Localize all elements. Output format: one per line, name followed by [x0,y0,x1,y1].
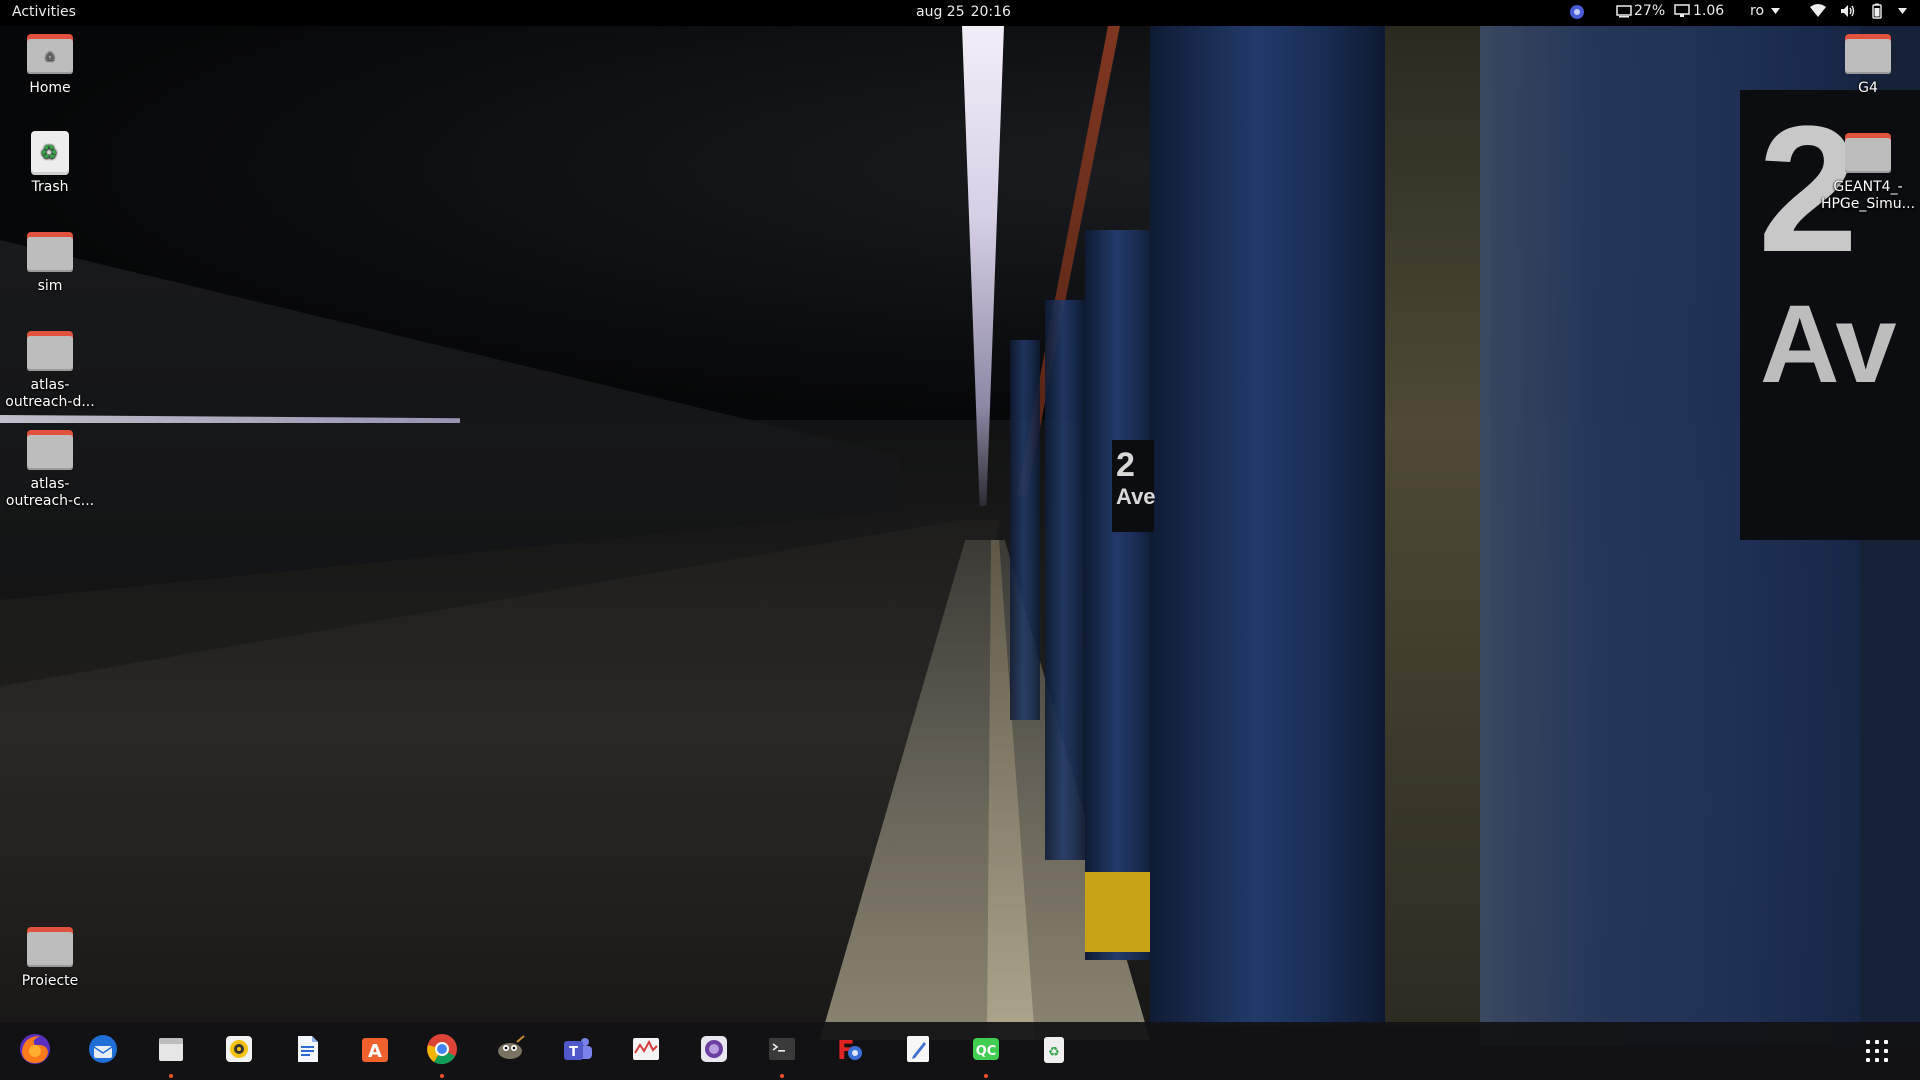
dock-item-screenshot[interactable] [693,1030,735,1072]
system-menu-button[interactable] [1810,3,1907,19]
software-center-icon: A [359,1033,391,1069]
desktop-icon-trash[interactable]: ♻ Trash [2,131,98,196]
thunderbird-icon [86,1032,120,1070]
desktop-icon-label: atlas-outreach-d... [5,377,95,410]
folder-icon [27,232,73,272]
system-monitor-icon [630,1033,662,1069]
dock-item-writer[interactable] [286,1030,328,1072]
running-indicator [169,1074,173,1078]
dock-item-terminal[interactable] [761,1030,803,1078]
date-label: aug 25 [916,4,965,20]
terminal-icon [766,1033,798,1069]
folder-icon [27,430,73,470]
wallpaper-right-wall [1380,26,1490,1026]
desktop-icon-label: Home [29,80,71,96]
load-monitor-icon [1674,4,1690,18]
wallpaper-pillar [1010,340,1040,720]
chevron-down-icon [1771,8,1781,14]
desktop-icon-label: sim [37,278,63,294]
dock-item-files[interactable] [150,1030,192,1078]
desktop-icon-label: G4 [1858,80,1878,96]
dock-item-system-monitor[interactable] [625,1030,667,1072]
wallpaper-sign-small-text: Ave [1116,484,1156,509]
home-folder-icon: ⌂ [27,34,73,74]
dock-item-software-center[interactable]: A [354,1030,396,1072]
desktop-icon-g4[interactable]: G4 [1820,34,1916,97]
wallpaper-sign-text: Av [1760,283,1897,406]
power-menu-chevron-icon [1898,8,1907,14]
desktop-icon-label: atlas-outreach-c... [5,476,95,509]
svg-text:T: T [569,1045,578,1060]
dock-item-text-editor[interactable] [897,1030,939,1072]
running-indicator [440,1074,444,1078]
dock-item-thunderbird[interactable] [82,1030,124,1072]
desktop-icon-label: Proiecte [21,973,79,989]
desktop-icon-sim[interactable]: sim [2,232,98,295]
dock: A T F QC ♻ [0,1022,1920,1080]
wallpaper-sign-small-number: 2 [1116,446,1135,484]
svg-text:♻: ♻ [1048,1045,1060,1060]
wifi-icon [1810,4,1826,18]
desktop-wallpaper: 2 Av 2 Ave [0,0,1920,1080]
dock-item-qt-creator[interactable]: QC [965,1030,1007,1078]
writer-icon [291,1033,323,1069]
activities-button[interactable]: Activities [12,4,76,20]
top-bar: Activities aug 25 20:16 27% 1.06 ro [0,0,1920,26]
load-label: 1.06 [1693,3,1725,19]
wallpaper-pillar [1150,26,1385,1026]
firefox-icon [18,1032,52,1070]
desktop-icon-geant4[interactable]: GEANT4_-HPGe_Simu... [1820,133,1916,213]
dock-item-trash[interactable]: ♻ [1033,1030,1075,1072]
volume-icon [1840,4,1856,18]
cpu-monitor-indicator[interactable]: 27% [1616,3,1665,19]
dock-item-teams[interactable]: T [557,1030,599,1072]
chrome-icon [425,1032,459,1070]
text-editor-icon [902,1033,934,1069]
dock-item-chrome[interactable] [421,1030,463,1078]
cpu-percent-label: 27% [1634,3,1666,19]
qt-creator-icon: QC [970,1033,1002,1069]
folder-icon [27,331,73,371]
desktop-icon-atlas-outreach-c[interactable]: atlas-outreach-c... [2,430,98,510]
desktop-icon-label: GEANT4_-HPGe_Simu... [1820,179,1916,212]
running-indicator [780,1074,784,1078]
gimp-icon [493,1032,527,1070]
language-selector[interactable]: ro [1750,3,1781,19]
language-label: ro [1750,3,1765,19]
screenshot-icon [698,1033,730,1069]
trash-icon: ♻ [1039,1033,1069,1069]
time-label: 20:16 [970,4,1011,20]
trash-icon: ♻ [31,131,69,175]
gnome-extension-icon [1568,3,1586,21]
wallpaper-pillar [1085,230,1155,960]
folder-icon [1845,34,1891,74]
desktop-icon-label: Trash [31,179,69,195]
load-monitor-indicator[interactable]: 1.06 [1674,3,1724,19]
cpu-monitor-icon [1616,4,1632,18]
desktop-icon-atlas-outreach-d[interactable]: atlas-outreach-d... [2,331,98,411]
gnome-extension-indicator[interactable] [1568,3,1586,21]
wallpaper-pillar [1045,300,1085,860]
teams-icon: T [561,1032,595,1070]
svg-text:QC: QC [976,1044,997,1059]
dock-item-firefox[interactable] [14,1030,56,1072]
folder-icon [1845,133,1891,173]
files-icon [155,1033,187,1069]
folder-icon [27,927,73,967]
desktop-icon-home[interactable]: ⌂ Home [2,34,98,97]
clock-button[interactable]: aug 25 20:16 [916,4,1011,20]
freefilesync-icon: F [833,1032,867,1070]
desktop-icon-proiecte[interactable]: Proiecte [2,927,98,990]
dock-item-rhythmbox[interactable] [218,1030,260,1072]
svg-text:A: A [368,1041,382,1062]
running-indicator [984,1074,988,1078]
rhythmbox-icon [223,1033,255,1069]
dock-item-freefilesync[interactable]: F [829,1030,871,1072]
wallpaper-pillar-base [1085,872,1155,952]
dock-item-gimp[interactable] [489,1030,531,1072]
battery-icon [1870,3,1884,19]
show-applications-grid-icon[interactable] [1866,1040,1888,1062]
